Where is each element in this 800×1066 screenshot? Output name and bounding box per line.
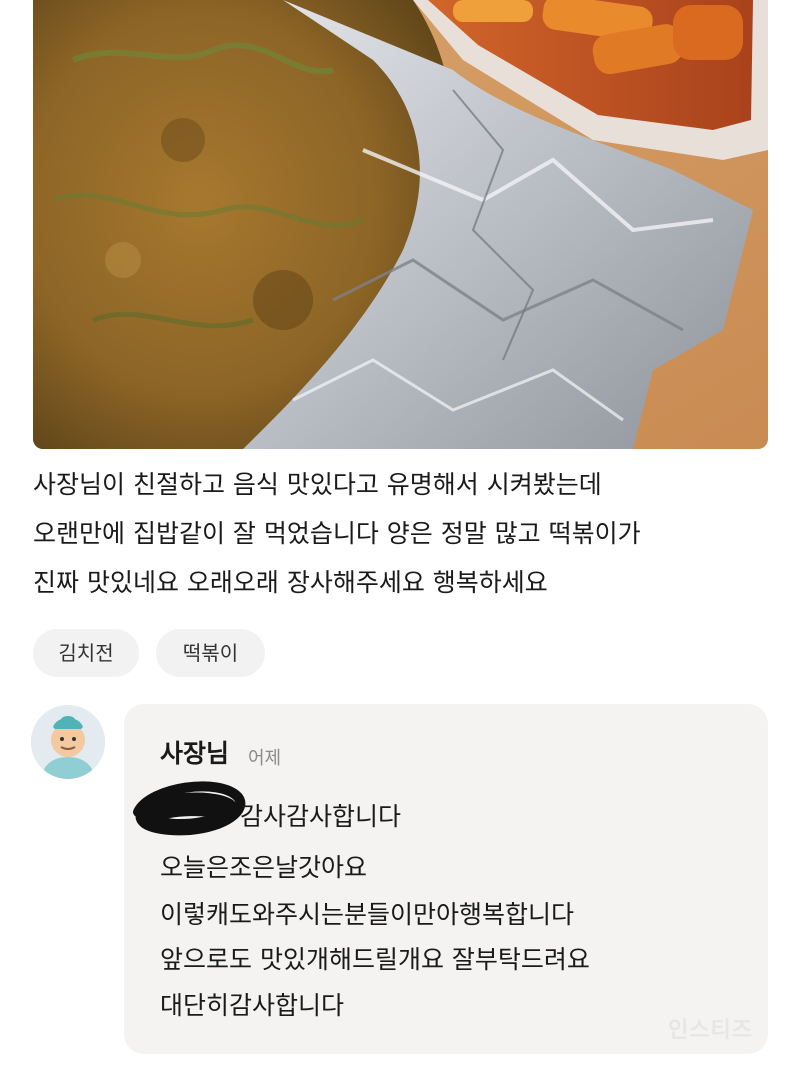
- food-photo-image: [33, 0, 768, 449]
- reply-line: 앞으로도 맛있개해드릴개요 잘부탁드려요: [160, 945, 590, 974]
- owner-avatar[interactable]: [31, 705, 105, 779]
- review-line: 오랜만에 집밥같이 잘 먹었습니다 양은 정말 많고 떡볶이가: [33, 519, 641, 548]
- chef-avatar-icon: [31, 705, 105, 779]
- reply-time: 어제: [248, 748, 282, 769]
- review-line: 진짜 맛있네요 오래오래 장사해주세요 행복하세요: [33, 568, 548, 597]
- review-body: 사장님이 친절하고 음식 맛있다고 유명해서 시켜봤는데 오랜만에 집밥같이 잘…: [33, 460, 773, 607]
- menu-tag-kimchijeon[interactable]: 김치전: [33, 629, 139, 677]
- menu-tag-tteokbokki[interactable]: 떡볶이: [156, 629, 265, 677]
- review-photo[interactable]: [33, 0, 768, 449]
- review-line: 사장님이 친절하고 음식 맛있다고 유명해서 시켜봤는데: [33, 470, 602, 499]
- reply-line: 감사감사합니다: [240, 802, 402, 831]
- reply-line: 이렇캐도와주시는분들이만아행복합니다: [160, 900, 575, 929]
- redaction-scribble-icon: [133, 781, 246, 836]
- reply-line: 오늘은조은날갓아요: [160, 853, 368, 882]
- site-watermark: 인스티즈: [668, 1018, 753, 1043]
- reply-author: 사장님: [160, 739, 230, 768]
- reply-line: 대단히감사합니다: [160, 991, 345, 1020]
